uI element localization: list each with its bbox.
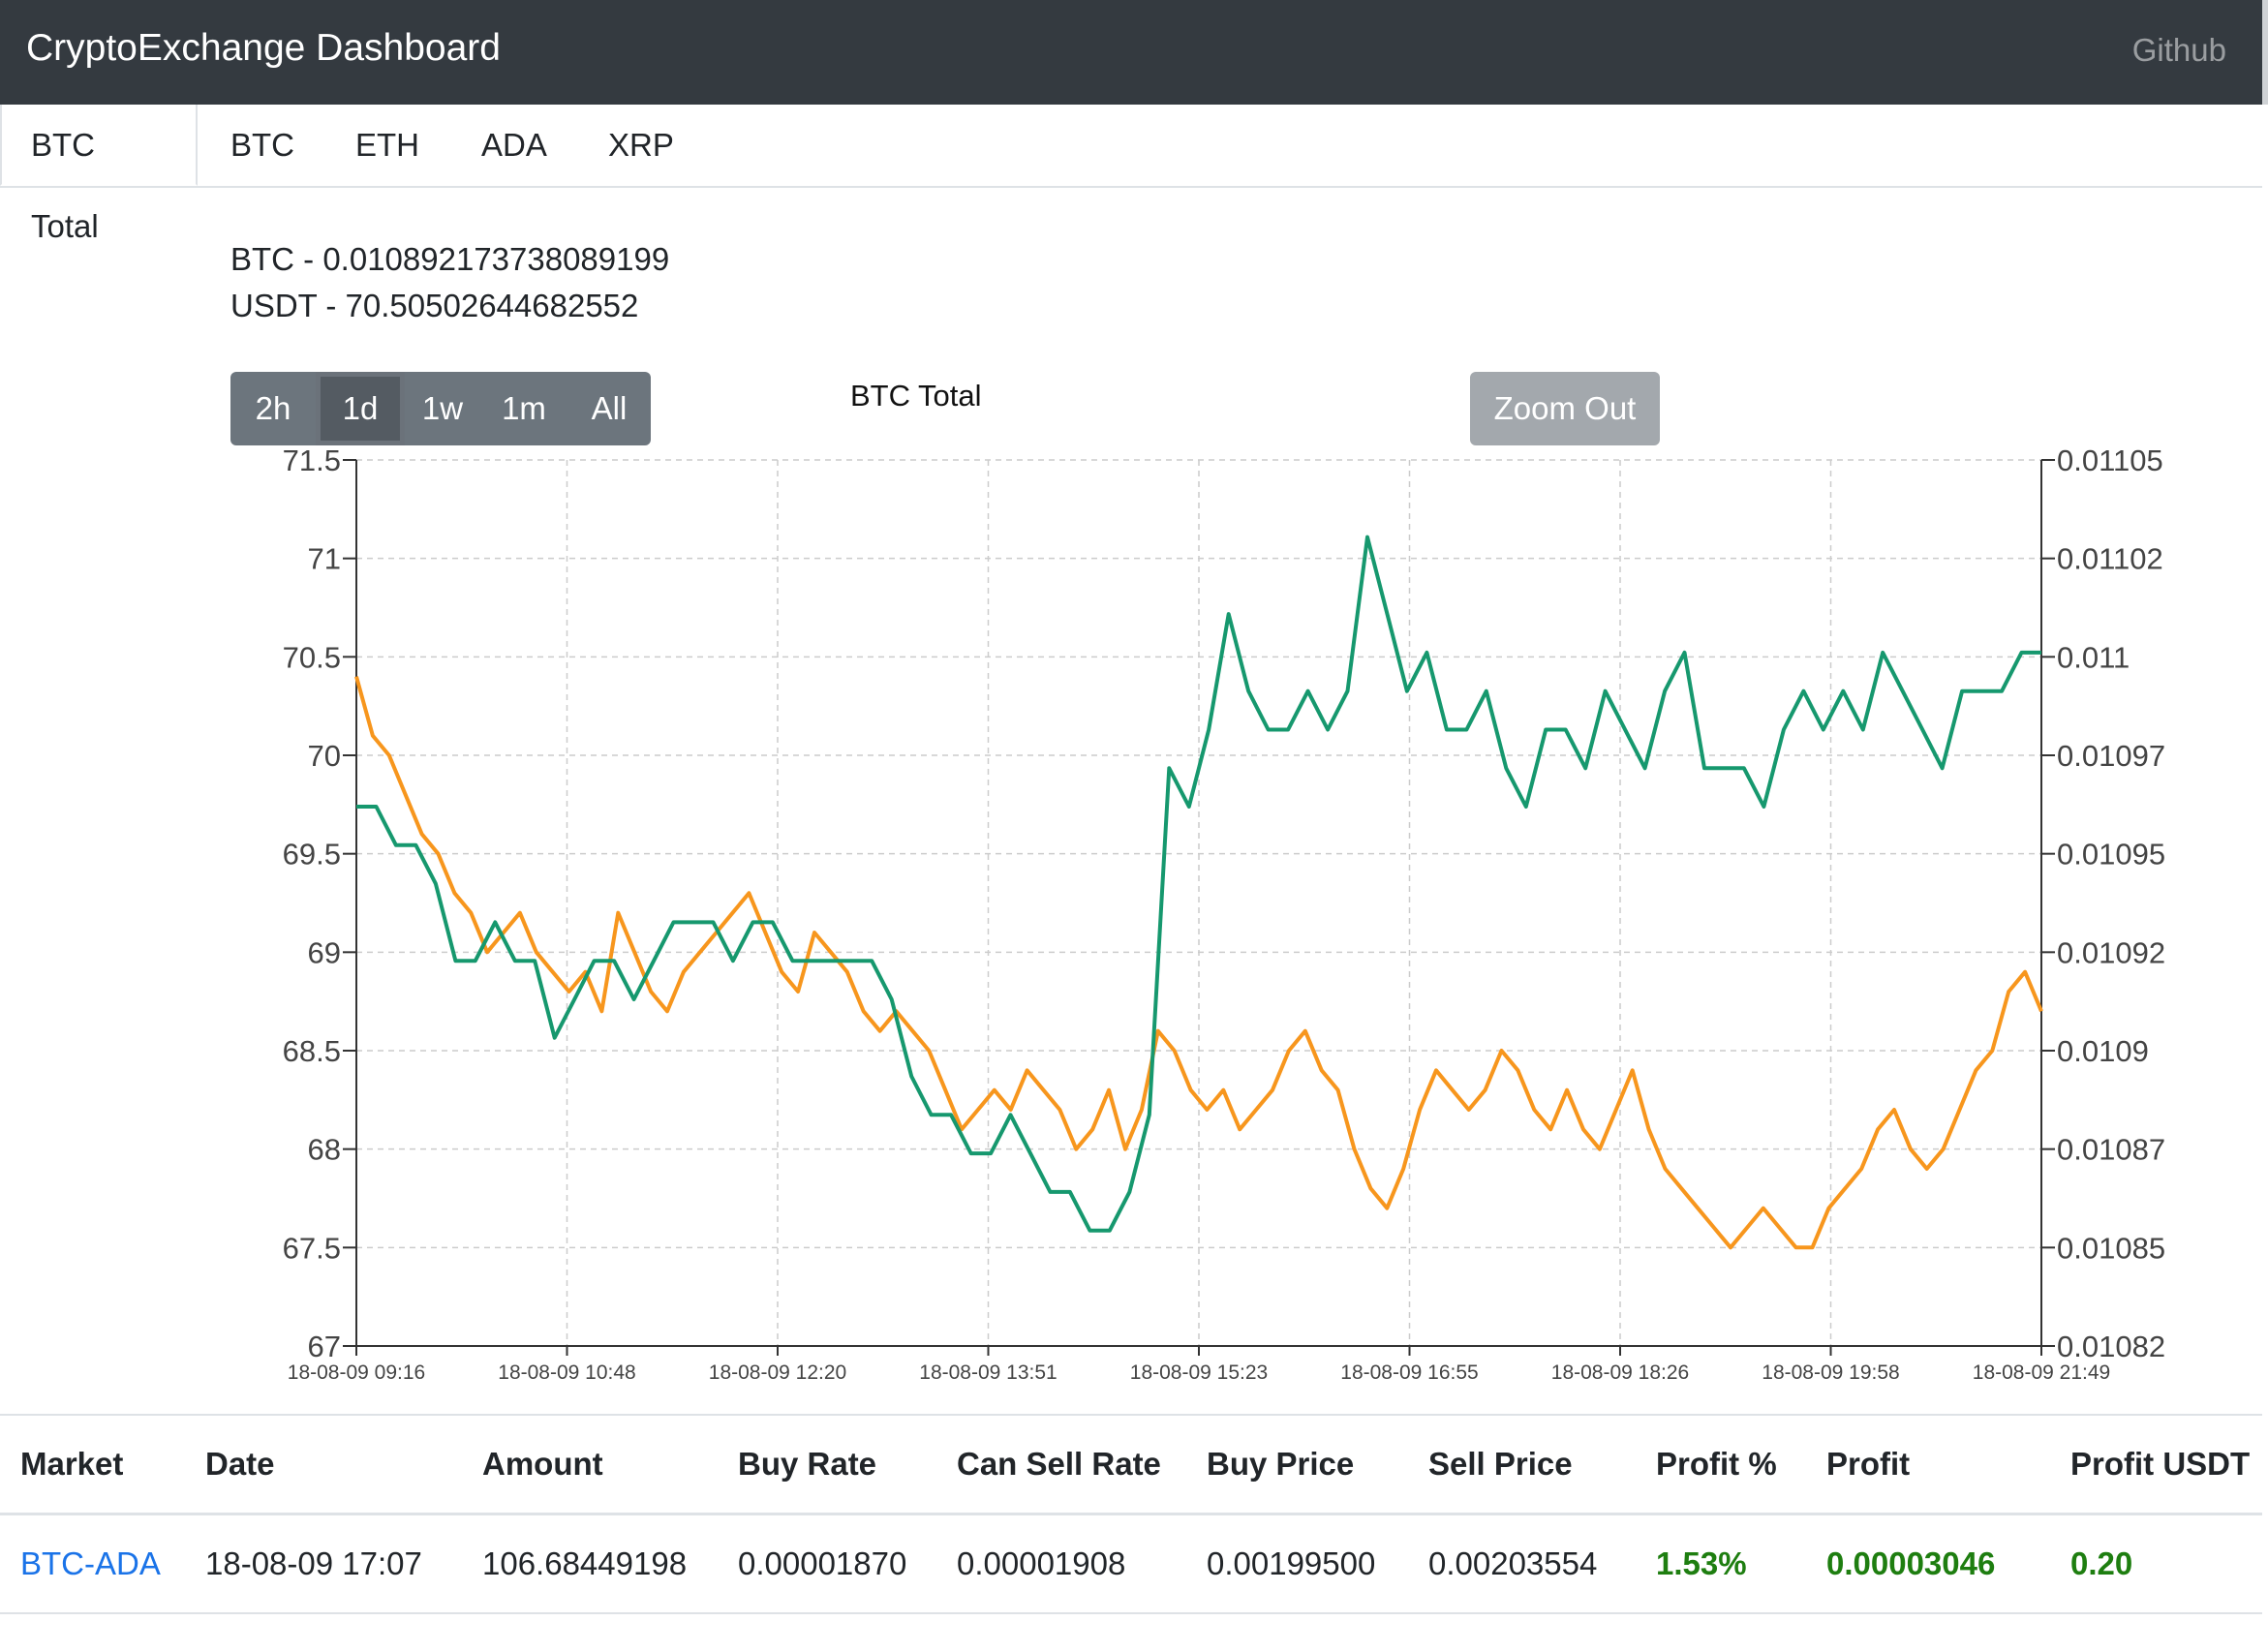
balances: BTC - 0.010892173738089199 USDT - 70.505…: [230, 236, 669, 329]
cell-profit-pct: 1.53%: [1636, 1514, 1806, 1614]
cell-buy-rate: 0.00001870: [718, 1514, 936, 1614]
y-left-tick-label: 68: [308, 1133, 341, 1167]
y-right-tick-label: 0.01105: [2057, 444, 2163, 477]
tab-xrp[interactable]: XRP: [608, 105, 674, 186]
tab-btc[interactable]: BTC: [230, 105, 294, 186]
y-right-tick-label: 0.01082: [2057, 1330, 2165, 1363]
navbar: CryptoExchange Dashboard Github: [0, 0, 2268, 105]
market-link[interactable]: BTC-ADA: [20, 1545, 161, 1581]
x-tick-label: 18-08-09 15:23: [1130, 1361, 1268, 1384]
balance-chart[interactable]: 67 0.01082 67.5 0.01085 68 0.01087 68.5 0.0109 6…: [0, 426, 2268, 1394]
y-left-tick-label: 69: [308, 935, 341, 969]
y-right-tick-label: 0.01085: [2057, 1231, 2165, 1265]
y-left-tick-label: 67.5: [283, 1231, 341, 1265]
cell-sell-price: 0.00203554: [1408, 1514, 1636, 1614]
btc-balance: BTC - 0.010892173738089199: [230, 241, 670, 277]
y-right-tick-label: 0.0109: [2057, 1034, 2149, 1068]
y-right-tick-label: 0.01092: [2057, 935, 2165, 969]
header-buy-price: Buy Price: [1186, 1414, 1408, 1515]
header-profit: Profit: [1806, 1414, 2050, 1515]
tab-ada[interactable]: ADA: [481, 105, 547, 186]
y-left-tick-label: 71: [308, 542, 341, 576]
header-profit-usdt: Profit USDT: [2050, 1414, 2262, 1515]
x-tick-label: 18-08-09 13:51: [919, 1361, 1057, 1384]
y-left-tick-label: 69.5: [283, 838, 341, 872]
x-tick-label: 18-08-09 18:26: [1551, 1361, 1689, 1384]
x-tick-label: 18-08-09 10:48: [498, 1361, 635, 1384]
header-sell-price: Sell Price: [1408, 1414, 1636, 1515]
x-tick-label: 18-08-09 16:55: [1340, 1361, 1478, 1384]
y-left-tick-label: 67: [308, 1330, 341, 1363]
table-header-row: Market Date Amount Buy Rate Can Sell Rat…: [0, 1414, 2262, 1515]
x-tick-label: 18-08-09 19:58: [1762, 1361, 1899, 1384]
y-right-tick-label: 0.011: [2057, 640, 2130, 674]
x-tick-label: 18-08-09 21:49: [1973, 1361, 2110, 1384]
header-amount: Amount: [462, 1414, 718, 1515]
header-buy-rate: Buy Rate: [718, 1414, 936, 1515]
github-link[interactable]: Github: [2132, 32, 2226, 69]
cell-buy-price: 0.00199500: [1186, 1514, 1408, 1614]
cell-market: BTC-ADA: [0, 1514, 185, 1614]
chart-title: BTC Total: [850, 379, 982, 413]
usdt-balance: USDT - 70.50502644682552: [230, 288, 639, 323]
y-left-tick-label: 68.5: [283, 1034, 341, 1068]
y-left-tick-label: 71.5: [283, 444, 341, 477]
tab-btc-total[interactable]: BTC Total: [0, 105, 198, 244]
y-right-tick-label: 0.01095: [2057, 838, 2165, 872]
cell-profit-usdt: 0.20: [2050, 1514, 2262, 1614]
y-right-tick-label: 0.01087: [2057, 1133, 2165, 1167]
cell-profit: 0.00003046: [1806, 1514, 2050, 1614]
y-left-tick-label: 70.5: [283, 640, 341, 674]
y-right-tick-label: 0.01102: [2057, 542, 2163, 576]
y-right-tick-label: 0.01097: [2057, 739, 2165, 773]
brand-title[interactable]: CryptoExchange Dashboard: [26, 27, 501, 70]
tab-eth[interactable]: ETH: [355, 105, 419, 186]
cell-amount: 106.68449198: [462, 1514, 718, 1614]
header-can-sell-rate: Can Sell Rate: [936, 1414, 1186, 1515]
tab-bar: BTC Total BTC ETH ADA XRP: [0, 105, 2262, 244]
x-tick-label: 18-08-09 09:16: [288, 1361, 425, 1384]
cell-can-sell-rate: 0.00001908: [936, 1514, 1186, 1614]
y-left-tick-label: 70: [308, 739, 341, 773]
table-row: BTC-ADA 18-08-09 17:07 106.68449198 0.00…: [0, 1514, 2262, 1614]
x-tick-label: 18-08-09 12:20: [709, 1361, 846, 1384]
header-market: Market: [0, 1414, 185, 1515]
header-profit-pct: Profit %: [1636, 1414, 1806, 1515]
header-date: Date: [185, 1414, 462, 1515]
trades-table: Market Date Amount Buy Rate Can Sell Rat…: [0, 1414, 2262, 1614]
cell-date: 18-08-09 17:07: [185, 1514, 462, 1614]
